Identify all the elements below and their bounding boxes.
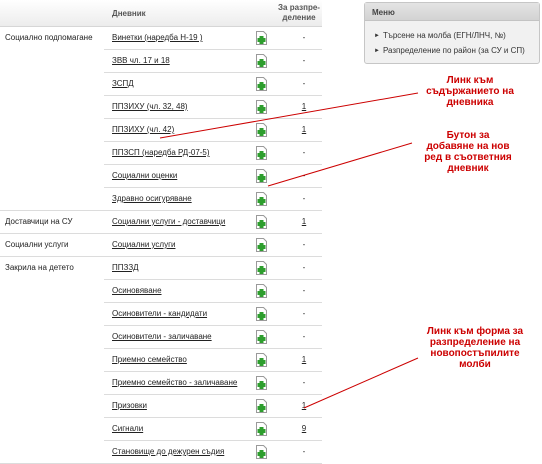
annotation-text: добавяне на нов bbox=[426, 141, 510, 152]
annotation-lines bbox=[159, 92, 419, 409]
annotation-text: дневника bbox=[446, 97, 494, 108]
annotation-line-add-button bbox=[267, 142, 413, 187]
annotation-text: разпределение на bbox=[429, 337, 521, 348]
annotation-dist-link: Линк към форма за разпределение на новоп… bbox=[412, 326, 538, 370]
annotation-text: Бутон за bbox=[446, 130, 490, 141]
annotation-text: дневник bbox=[447, 163, 489, 174]
annotation-text: Линк към bbox=[446, 75, 494, 86]
annotation-text: ред в съответния bbox=[424, 152, 512, 163]
annotation-text: молби bbox=[459, 359, 491, 370]
annotation-add-button: Бутон за добавяне на нов ред в съответни… bbox=[412, 130, 524, 174]
annotation-text: новопостъпилите bbox=[430, 348, 520, 359]
annotation-line-log-link bbox=[159, 92, 419, 139]
annotation-text: Линк към форма за bbox=[426, 326, 524, 337]
annotation-line-dist-link bbox=[303, 357, 419, 409]
annotation-text: съдържанието на bbox=[426, 86, 514, 97]
annotation-log-link: Линк към съдържанието на дневника bbox=[400, 75, 540, 108]
